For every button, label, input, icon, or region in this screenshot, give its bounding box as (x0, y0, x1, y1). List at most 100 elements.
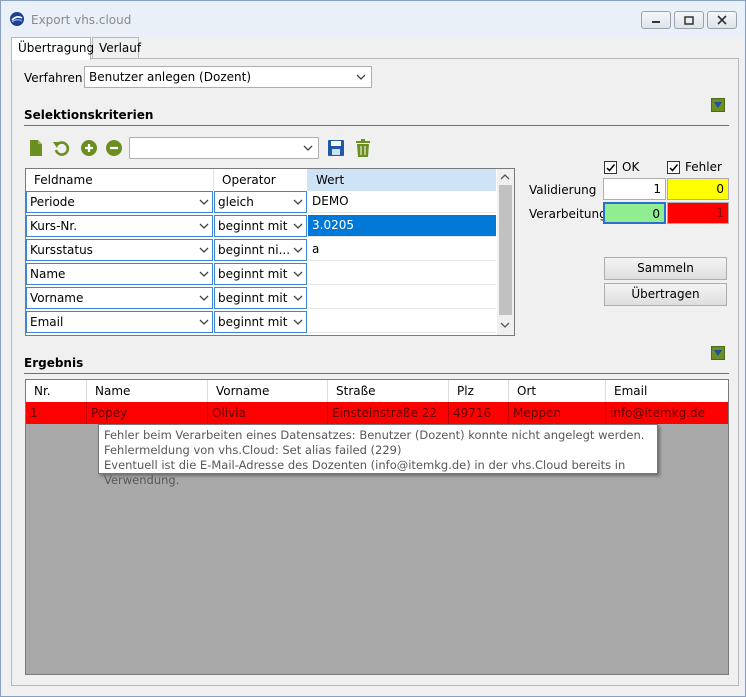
chevron-down-icon (199, 319, 209, 325)
operator-value: beginnt mit (218, 291, 288, 305)
chevron-down-icon (199, 295, 209, 301)
uebertragen-button[interactable]: Übertragen (604, 283, 727, 306)
wert-cell[interactable]: DEMO (308, 191, 496, 213)
chevron-down-icon (199, 199, 209, 205)
feldname-select[interactable]: Name (26, 263, 213, 285)
operator-select[interactable]: beginnt mit (214, 287, 307, 309)
verarbeitung-fehler-count: 1 (667, 202, 729, 224)
chevron-down-icon (293, 319, 303, 325)
chevron-down-icon (356, 74, 366, 80)
operator-select[interactable]: gleich (214, 191, 307, 213)
new-icon[interactable] (26, 138, 46, 158)
wert-cell[interactable] (308, 263, 496, 285)
wert-cell[interactable] (308, 311, 496, 333)
feldname-value: Kursstatus (30, 243, 93, 257)
export-window: Export vhs.cloud Übertragung Verlauf Ver… (0, 0, 746, 697)
tooltip-line-2: Fehlermeldung von vhs.Cloud: Set alias f… (104, 443, 402, 457)
close-icon (717, 15, 727, 25)
filter-preset-select[interactable] (129, 137, 319, 159)
operator-select[interactable]: beginnt mit (214, 311, 307, 333)
scroll-up-icon[interactable] (500, 173, 510, 181)
feldname-select[interactable]: Periode (26, 191, 213, 213)
chevron-down-icon (293, 295, 303, 301)
delete-icon[interactable] (353, 138, 373, 158)
minimize-icon (652, 21, 660, 23)
collapse-selektion-button[interactable] (711, 98, 725, 112)
selektion-scrollbar[interactable] (497, 169, 514, 335)
wert-cell[interactable]: 3.0205 (308, 215, 496, 237)
column-header-vorname[interactable]: Vorname (208, 380, 328, 402)
cell-name: Popey (87, 402, 208, 424)
tooltip-line-3: Eventuell ist die E-Mail-Adresse des Doz… (104, 458, 626, 487)
verfahren-label: Verfahren (24, 71, 83, 85)
column-header-wert[interactable]: Wert (308, 169, 496, 191)
tab-uebertragung[interactable]: Übertragung (11, 37, 94, 60)
validierung-fehler-count: 0 (667, 178, 729, 200)
column-header-nr[interactable]: Nr. (26, 380, 87, 402)
scroll-down-icon[interactable] (500, 321, 510, 329)
operator-select[interactable]: beginnt mit (214, 215, 307, 237)
feldname-value: Vorname (30, 291, 84, 305)
feldname-value: Periode (30, 195, 75, 209)
remove-icon[interactable] (104, 138, 124, 158)
minimize-button[interactable] (641, 11, 671, 29)
column-header-feldname[interactable]: Feldname (26, 169, 214, 191)
operator-value: gleich (218, 195, 254, 209)
chevron-down-icon (293, 247, 303, 253)
chevron-down-icon (199, 247, 209, 253)
app-icon (10, 12, 24, 26)
chevron-down-icon (293, 199, 303, 205)
verfahren-select[interactable]: Benutzer anlegen (Dozent) (84, 66, 372, 88)
chevron-down-icon (303, 145, 313, 151)
ergebnis-title: Ergebnis (24, 356, 84, 370)
feldname-select[interactable]: Email (26, 311, 213, 333)
scrollbar-thumb[interactable] (499, 185, 512, 315)
sammeln-button[interactable]: Sammeln (604, 257, 727, 280)
tab-verlauf[interactable]: Verlauf (92, 37, 141, 59)
feldname-select[interactable]: Vorname (26, 287, 213, 309)
selektion-title: Selektionskriterien (24, 108, 154, 122)
chevron-down-icon (293, 271, 303, 277)
operator-value: beginnt mit (218, 315, 288, 329)
verarbeitung-ok-count: 0 (603, 202, 666, 224)
fehler-label: Fehler (685, 160, 722, 174)
selektion-grid: Feldname Operator Wert Periode gleich DEMO… (25, 168, 515, 336)
cell-vorname: Olivia (208, 402, 328, 424)
checkmark-icon (606, 164, 616, 172)
wert-cell[interactable] (308, 287, 496, 309)
maximize-icon (684, 15, 694, 25)
column-header-ort[interactable]: Ort (509, 380, 606, 402)
fehler-checkbox[interactable] (667, 161, 680, 174)
column-header-name[interactable]: Name (87, 380, 208, 402)
validierung-ok-count: 1 (603, 178, 666, 200)
column-header-operator[interactable]: Operator (214, 169, 308, 191)
feldname-value: Email (30, 315, 64, 329)
add-icon[interactable] (79, 138, 99, 158)
save-icon[interactable] (326, 138, 346, 158)
tab-panel-uebertragung: Verfahren Benutzer anlegen (Dozent) Sele… (11, 58, 739, 686)
undo-icon[interactable] (52, 138, 72, 158)
feldname-value: Name (30, 267, 66, 281)
column-header-email[interactable]: Email (606, 380, 728, 402)
collapse-icon (714, 102, 722, 108)
column-header-plz[interactable]: Plz (449, 380, 509, 402)
ok-checkbox[interactable] (604, 161, 617, 174)
validierung-label: Validierung (529, 183, 597, 197)
section-divider (24, 373, 729, 374)
operator-value: beginnt mit (218, 267, 288, 281)
operator-select[interactable]: beginnt mit (214, 263, 307, 285)
verarbeitung-label: Verarbeitung (529, 207, 607, 221)
error-tooltip: Fehler beim Verarbeiten eines Datensatze… (98, 424, 658, 487)
column-header-strasse[interactable]: Straße (328, 380, 449, 402)
close-button[interactable] (707, 11, 737, 29)
cell-strasse: Einsteinstraße 22 (328, 402, 449, 424)
cell-plz: 49716 (449, 402, 509, 424)
feldname-select[interactable]: Kurs-Nr. (26, 215, 213, 237)
maximize-button[interactable] (674, 11, 704, 29)
operator-select[interactable]: beginnt ni... (214, 239, 307, 261)
wert-cell[interactable]: a (308, 239, 496, 261)
ok-label: OK (622, 160, 640, 174)
section-divider (24, 125, 729, 126)
collapse-ergebnis-button[interactable] (711, 346, 725, 360)
feldname-select[interactable]: Kursstatus (26, 239, 213, 261)
